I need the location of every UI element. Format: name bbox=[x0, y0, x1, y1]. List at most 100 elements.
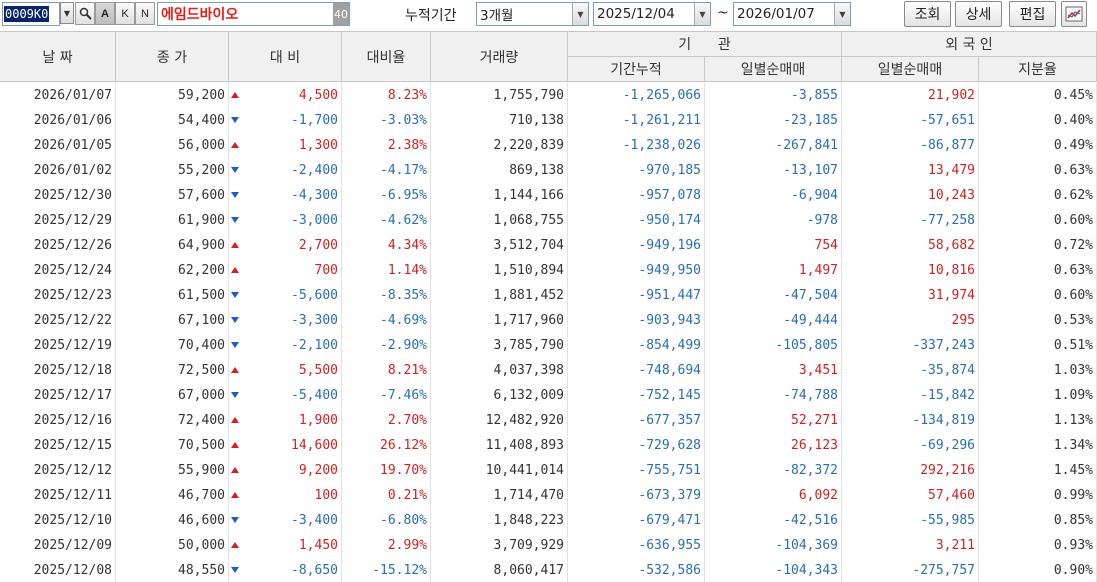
col-header-close[interactable]: 종 가 bbox=[116, 32, 229, 82]
stock-code-dropdown[interactable]: ▼ bbox=[60, 2, 74, 24]
table-row[interactable]: 2026/01/06 54,400 -1,700 -3.03% 710,138 -1,26… bbox=[0, 108, 1097, 133]
cell-volume: 3,785,790 bbox=[431, 333, 568, 358]
table-row[interactable]: 2025/12/08 48,550 -8,650 -15.12% 8,060,417 -5… bbox=[0, 558, 1097, 582]
table-row[interactable]: 2025/12/22 67,100 -3,300 -4.69% 1,717,960 -90… bbox=[0, 308, 1097, 333]
cell-inst-daily-net: -47,504 bbox=[705, 283, 842, 308]
cell-date: 2025/12/15 bbox=[0, 433, 116, 458]
cell-date: 2025/12/16 bbox=[0, 408, 116, 433]
chart-button[interactable] bbox=[1061, 1, 1087, 27]
calendar-dropdown-icon: ▼ bbox=[694, 3, 710, 25]
cell-date: 2025/12/10 bbox=[0, 508, 116, 533]
table-row[interactable]: 2025/12/17 67,000 -5,400 -7.46% 6,132,009 -75… bbox=[0, 383, 1097, 408]
cell-close: 61,900 bbox=[116, 208, 229, 233]
up-triangle-icon bbox=[231, 142, 239, 148]
table-row[interactable]: 2025/12/24 62,200 700 1.14% 1,510,894 -949,95… bbox=[0, 258, 1097, 283]
cell-foreign-daily-net: 21,902 bbox=[842, 83, 979, 108]
date-from-field[interactable]: 2025/12/04 ▼ bbox=[593, 2, 711, 26]
stock-search-button[interactable] bbox=[75, 2, 95, 25]
line-chart-icon bbox=[1065, 6, 1083, 22]
table-row[interactable]: 2025/12/11 46,700 100 0.21% 1,714,470 -673,37… bbox=[0, 483, 1097, 508]
market-a-button[interactable]: A bbox=[95, 2, 115, 25]
table-row[interactable]: 2025/12/16 72,400 1,900 2.70% 12,482,920 -677… bbox=[0, 408, 1097, 433]
cell-volume: 2,220,839 bbox=[431, 133, 568, 158]
cell-foreign-daily-net: -15,842 bbox=[842, 383, 979, 408]
cell-inst-daily-net: -49,444 bbox=[705, 308, 842, 333]
grid-body: 2026/01/07 59,200 4,500 8.23% 1,755,790 -1,26… bbox=[0, 83, 1097, 582]
edit-button[interactable]: 편집 bbox=[1009, 1, 1056, 27]
market-n-button[interactable]: N bbox=[135, 2, 155, 25]
cell-volume: 1,717,960 bbox=[431, 308, 568, 333]
cell-foreign-ratio: 0.60% bbox=[979, 283, 1097, 308]
cell-close: 55,200 bbox=[116, 158, 229, 183]
date-to-field[interactable]: 2026/01/07 ▼ bbox=[733, 2, 851, 26]
cell-foreign-daily-net: 58,682 bbox=[842, 233, 979, 258]
table-row[interactable]: 2026/01/05 56,000 1,300 2.38% 2,220,839 -1,23… bbox=[0, 133, 1097, 158]
cell-close: 61,500 bbox=[116, 283, 229, 308]
table-row[interactable]: 2025/12/23 61,500 -5,600 -8.35% 1,881,452 -95… bbox=[0, 283, 1097, 308]
cell-volume: 8,060,417 bbox=[431, 558, 568, 582]
col-header-change-rate[interactable]: 대비율 bbox=[342, 32, 431, 82]
date-to-value: 2026/01/07 bbox=[737, 6, 815, 22]
market-k-button[interactable]: K bbox=[115, 2, 135, 25]
col-header-inst-daily-net[interactable]: 일별순매매 bbox=[705, 57, 842, 82]
period-label: 누적기간 bbox=[405, 8, 457, 24]
query-button[interactable]: 조회 bbox=[904, 1, 951, 27]
cell-change-rate: 0.21% bbox=[342, 483, 431, 508]
chevron-down-icon: ▼ bbox=[63, 8, 71, 18]
grid-header: 날 짜 종 가 대 비 대비율 거래량 기 관 기간누적 일별순매매 외 국 인… bbox=[0, 32, 1097, 82]
cell-foreign-ratio: 0.45% bbox=[979, 83, 1097, 108]
up-triangle-icon bbox=[231, 242, 239, 248]
cell-change: 4,500 bbox=[229, 83, 342, 108]
cell-inst-cumulative: -949,950 bbox=[568, 258, 705, 283]
cell-foreign-ratio: 0.93% bbox=[979, 533, 1097, 558]
cell-date: 2025/12/08 bbox=[0, 558, 116, 582]
table-row[interactable]: 2025/12/19 70,400 -2,100 -2.90% 3,785,790 -85… bbox=[0, 333, 1097, 358]
col-header-inst-cumulative[interactable]: 기간누적 bbox=[568, 57, 705, 82]
up-triangle-icon bbox=[231, 417, 239, 423]
period-select[interactable]: 3개월 ▼ bbox=[476, 2, 589, 26]
stock-code-input[interactable]: 0009K0 bbox=[2, 2, 60, 26]
table-row[interactable]: 2025/12/29 61,900 -3,000 -4.62% 1,068,755 -95… bbox=[0, 208, 1097, 233]
cell-inst-daily-net: -978 bbox=[705, 208, 842, 233]
cell-change: 9,200 bbox=[229, 458, 342, 483]
cell-inst-daily-net: -13,107 bbox=[705, 158, 842, 183]
cell-volume: 1,510,894 bbox=[431, 258, 568, 283]
stock-name-field[interactable]: 에임드바이오 40 bbox=[157, 2, 350, 26]
col-header-foreign-daily-net[interactable]: 일별순매매 bbox=[842, 57, 979, 82]
table-row[interactable]: 2025/12/09 50,000 1,450 2.99% 3,709,929 -636,… bbox=[0, 533, 1097, 558]
cell-inst-cumulative: -752,145 bbox=[568, 383, 705, 408]
detail-button[interactable]: 상세 bbox=[955, 1, 1002, 27]
stock-code-value: 0009K0 bbox=[4, 6, 50, 22]
cell-change: 1,300 bbox=[229, 133, 342, 158]
cell-change-rate: 8.21% bbox=[342, 358, 431, 383]
table-row[interactable]: 2026/01/02 55,200 -2,400 -4.17% 869,138 -970,… bbox=[0, 158, 1097, 183]
col-header-change[interactable]: 대 비 bbox=[229, 32, 342, 82]
cell-inst-daily-net: 6,092 bbox=[705, 483, 842, 508]
col-header-date[interactable]: 날 짜 bbox=[0, 32, 116, 82]
cell-foreign-daily-net: 292,216 bbox=[842, 458, 979, 483]
cell-volume: 4,037,398 bbox=[431, 358, 568, 383]
cell-volume: 11,408,893 bbox=[431, 433, 568, 458]
down-triangle-icon bbox=[231, 117, 239, 123]
date-separator: ~ bbox=[717, 5, 729, 21]
table-row[interactable]: 2025/12/26 64,900 2,700 4.34% 3,512,704 -949,… bbox=[0, 233, 1097, 258]
cell-foreign-ratio: 0.51% bbox=[979, 333, 1097, 358]
table-row[interactable]: 2025/12/15 70,500 14,600 26.12% 11,408,893 -7… bbox=[0, 433, 1097, 458]
table-row[interactable]: 2026/01/07 59,200 4,500 8.23% 1,755,790 -1,26… bbox=[0, 83, 1097, 108]
table-row[interactable]: 2025/12/30 57,600 -4,300 -6.95% 1,144,166 -95… bbox=[0, 183, 1097, 208]
table-row[interactable]: 2025/12/18 72,500 5,500 8.21% 4,037,398 -748,… bbox=[0, 358, 1097, 383]
table-row[interactable]: 2025/12/10 46,600 -3,400 -6.80% 1,848,223 -67… bbox=[0, 508, 1097, 533]
cell-change-rate: -4.69% bbox=[342, 308, 431, 333]
cell-change: 5,500 bbox=[229, 358, 342, 383]
cell-foreign-daily-net: 31,974 bbox=[842, 283, 979, 308]
table-row[interactable]: 2025/12/12 55,900 9,200 19.70% 10,441,014 -75… bbox=[0, 458, 1097, 483]
cell-inst-cumulative: -755,751 bbox=[568, 458, 705, 483]
cell-inst-daily-net: -82,372 bbox=[705, 458, 842, 483]
col-header-volume[interactable]: 거래량 bbox=[431, 32, 568, 82]
cell-volume: 1,068,755 bbox=[431, 208, 568, 233]
cell-inst-daily-net: -3,855 bbox=[705, 83, 842, 108]
cell-foreign-ratio: 1.09% bbox=[979, 383, 1097, 408]
col-header-foreign-ratio[interactable]: 지분율 bbox=[979, 57, 1097, 82]
col-group-institution: 기 관 bbox=[568, 32, 842, 57]
cell-foreign-ratio: 0.85% bbox=[979, 508, 1097, 533]
